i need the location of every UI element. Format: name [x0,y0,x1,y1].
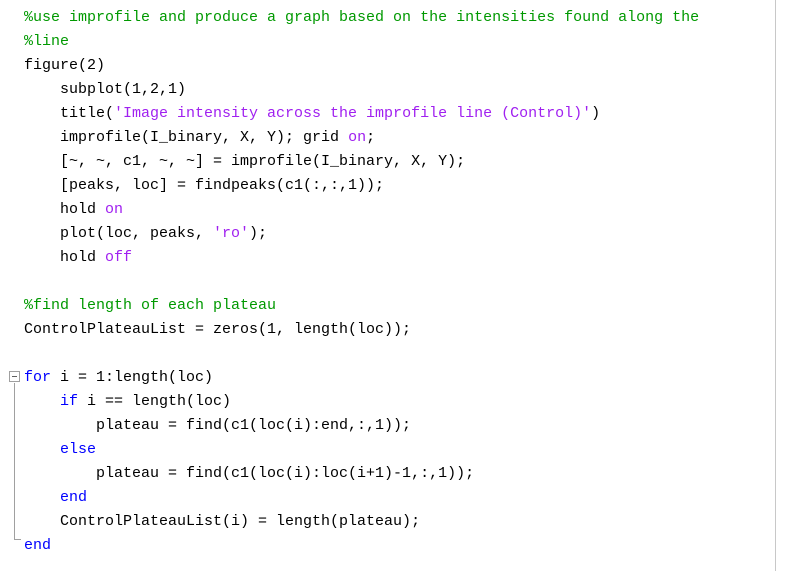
code-token-plain: i = 1:length(loc) [51,369,214,386]
code-line[interactable]: subplot(1,2,1) [24,78,699,102]
code-token-plain: [peaks, loc] = findpeaks(c1(:,:,1)); [24,177,385,194]
code-line[interactable]: ControlPlateauList = zeros(1, length(loc… [24,318,699,342]
code-line[interactable]: figure(2) [24,54,699,78]
code-token-plain: subplot(1,2,1) [24,81,187,98]
code-token-plain: ); [249,225,268,242]
code-token-keyword: if [60,393,79,410]
code-line[interactable]: plateau = find(c1(loc(i):loc(i+1)-1,:,1)… [24,462,699,486]
code-line[interactable]: ​ [24,342,699,366]
code-line[interactable]: plot(loc, peaks, 'ro'); [24,222,699,246]
code-line[interactable]: [~, ~, c1, ~, ~] = improfile(I_binary, X… [24,150,699,174]
code-line[interactable]: %line [24,30,699,54]
code-line[interactable]: end [24,534,699,558]
code-line[interactable]: hold off [24,246,699,270]
code-line[interactable]: ControlPlateauList(i) = length(plateau); [24,510,699,534]
code-token-plain: plateau = find(c1(loc(i):loc(i+1)-1,:,1)… [24,465,475,482]
code-token-plain: plateau = find(c1(loc(i):end,:,1)); [24,417,412,434]
code-token-string: 'Image intensity across the improfile li… [114,105,592,122]
code-line[interactable]: if i == length(loc) [24,390,699,414]
code-token-comment: %use improfile and produce a graph based… [24,9,700,26]
code-token-plain: hold [24,249,106,266]
code-token-plain: ControlPlateauList = zeros(1, length(loc… [24,321,412,338]
code-line[interactable]: ​ [24,270,699,294]
code-token-plain: [~, ~, c1, ~, ~] = improfile(I_binary, X… [24,153,466,170]
code-line[interactable]: end [24,486,699,510]
code-token-string: on [348,129,367,146]
code-token-plain: ; [366,129,376,146]
code-line[interactable]: %use improfile and produce a graph based… [24,6,699,30]
code-token-comment: %line [24,33,70,50]
code-token-plain: improfile(I_binary, X, Y); grid [24,129,349,146]
code-line[interactable]: for i = 1:length(loc) [24,366,699,390]
code-token-plain: ) [591,105,601,122]
code-line[interactable]: else [24,438,699,462]
code-token-string: off [105,249,133,266]
code-line[interactable]: %find length of each plateau [24,294,699,318]
code-token-keyword: else [60,441,97,458]
code-token-plain: i == length(loc) [78,393,232,410]
code-line[interactable]: title('Image intensity across the improf… [24,102,699,126]
code-token-plain: plot(loc, peaks, [24,225,214,242]
code-token-string: on [105,201,124,218]
code-token-keyword: for [24,369,52,386]
code-token-keyword: end [24,537,52,554]
code-line[interactable]: [peaks, loc] = findpeaks(c1(:,:,1)); [24,174,699,198]
code-editor-pane[interactable]: %use improfile and produce a graph based… [0,0,802,571]
code-line[interactable]: improfile(I_binary, X, Y); grid on; [24,126,699,150]
code-line[interactable]: hold on [24,198,699,222]
code-token-string: 'ro' [213,225,250,242]
code-token-comment: %find length of each plateau [24,297,277,314]
code-token-keyword: end [60,489,88,506]
code-line[interactable]: plateau = find(c1(loc(i):end,:,1)); [24,414,699,438]
code-token-plain: figure(2) [24,57,106,74]
code-token-plain: ControlPlateauList(i) = length(plateau); [24,513,421,530]
code-token-plain: title( [24,105,115,122]
code-token-plain: hold [24,201,106,218]
column-ruler-line [775,0,776,571]
code-text-area[interactable]: %use improfile and produce a graph based… [0,0,699,558]
